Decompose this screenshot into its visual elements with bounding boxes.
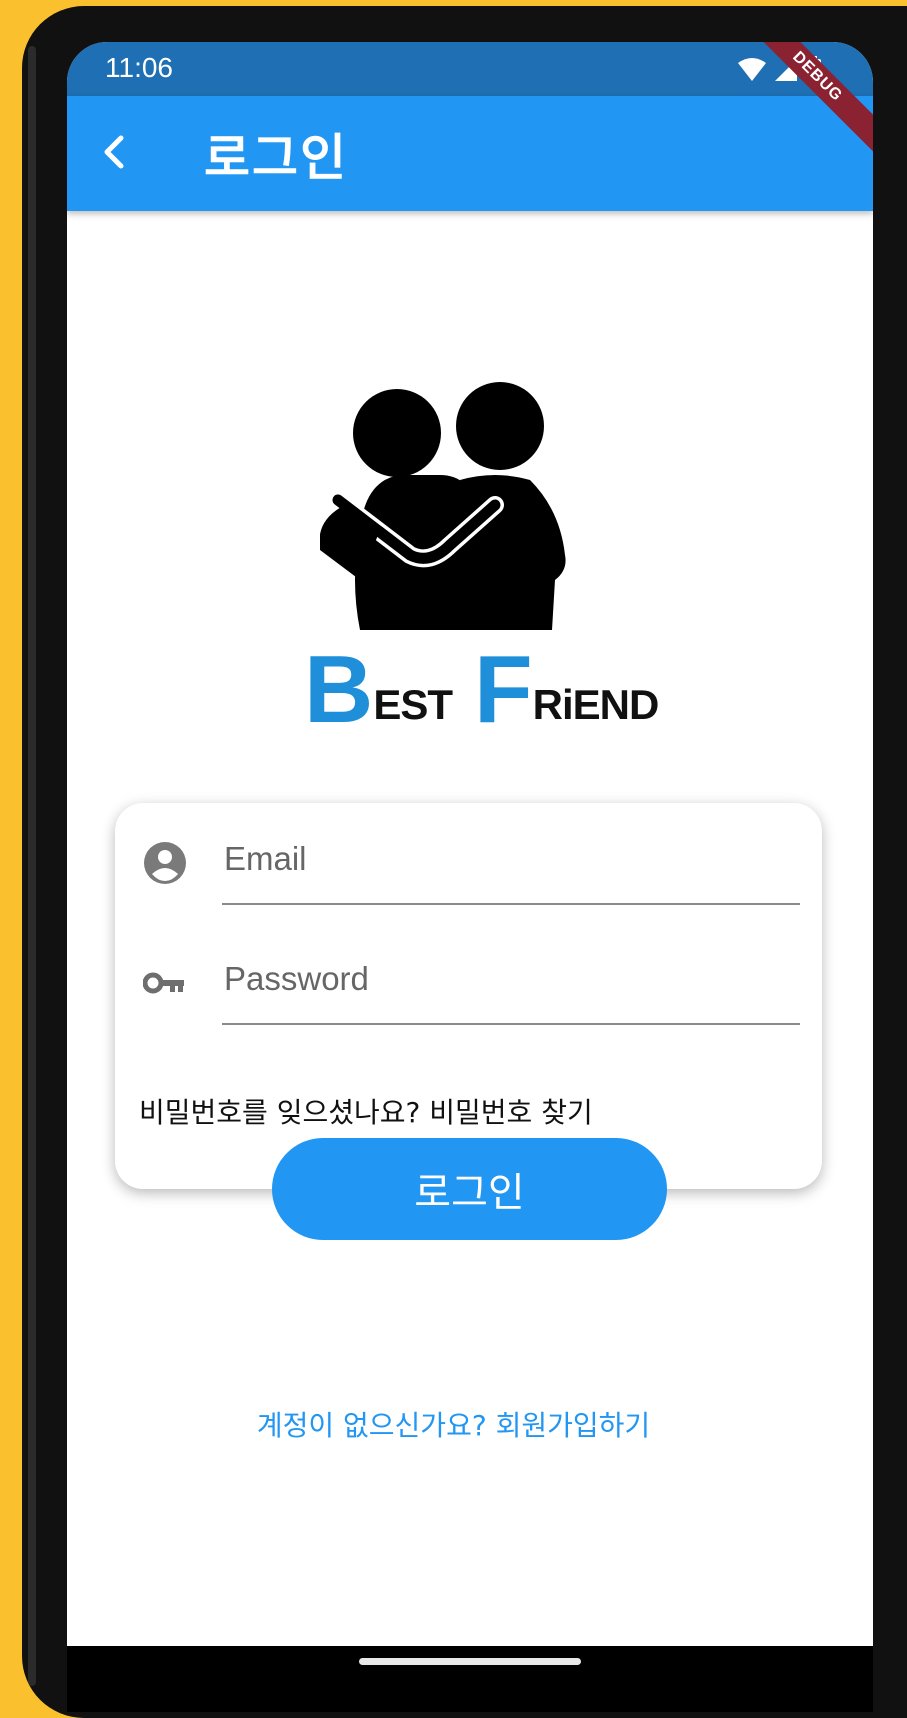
email-underline	[222, 903, 800, 905]
signup-link[interactable]: 계정이 없으신가요? 회원가입하기	[0, 1404, 907, 1444]
key-icon	[143, 972, 184, 994]
password-field-row	[115, 923, 822, 1025]
friends-hugging-icon	[319, 382, 566, 630]
logo-text-est: EST	[373, 681, 453, 728]
status-bar: 11:06	[67, 42, 873, 96]
system-nav-bar	[67, 1646, 873, 1712]
account-circle-icon	[144, 842, 186, 884]
password-underline	[222, 1023, 800, 1025]
logo-initial-b: B	[304, 636, 374, 743]
status-time: 11:06	[105, 52, 173, 83]
login-card: 비밀번호를 잊으셨나요? 비밀번호 찾기	[115, 803, 822, 1189]
wifi-icon	[738, 58, 766, 81]
home-gesture-bar[interactable]	[359, 1658, 581, 1665]
page-title: 로그인	[204, 129, 348, 187]
password-input[interactable]	[222, 953, 796, 1005]
app-bar: 로그인	[67, 96, 873, 211]
email-field-row	[115, 803, 822, 905]
back-arrow-icon[interactable]	[89, 126, 141, 178]
logo-wordmark: B EST F RiEND	[304, 636, 660, 743]
forgot-password-link[interactable]: 비밀번호를 잊으셨나요? 비밀번호 찾기	[139, 1091, 593, 1131]
login-button[interactable]: 로그인	[272, 1138, 667, 1240]
logo-text-riend: RiEND	[532, 681, 660, 728]
logo-initial-f: F	[474, 636, 533, 743]
email-input[interactable]	[222, 833, 796, 885]
